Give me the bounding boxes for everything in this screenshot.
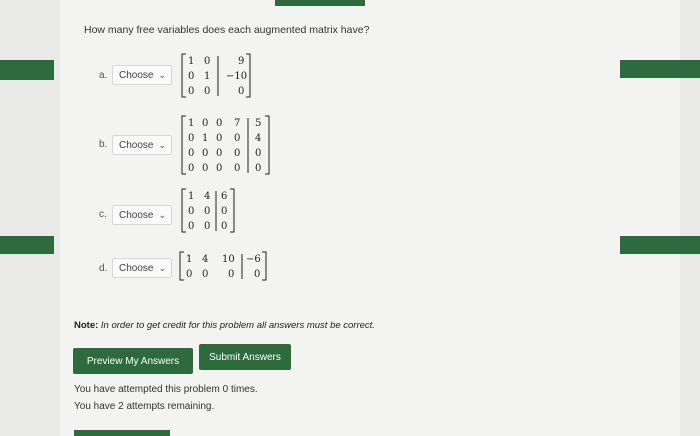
matrix-entry: 0 (188, 71, 194, 82)
matrix-entry: 0 (255, 148, 261, 159)
item-b-label: b. (99, 139, 108, 150)
matrix-d: 1 4 10 −6 0 0 0 0 (179, 251, 267, 281)
matrix-entry: 0 (202, 269, 208, 280)
answer-select-b[interactable]: Choose ⌄ (112, 135, 172, 155)
matrix-entry: 0 (234, 163, 240, 174)
matrix-entry: 0 (202, 118, 208, 129)
matrix-entry: 0 (255, 163, 261, 174)
matrix-entry: 0 (221, 206, 227, 217)
matrix-entry: 1 (202, 133, 208, 144)
attempts-remaining-text: You have 2 attempts remaining. (74, 401, 215, 412)
chevron-down-icon: ⌄ (158, 263, 166, 273)
matrix-entry: 5 (255, 118, 261, 129)
matrix-entry: 0 (204, 56, 210, 67)
matrix-entry: 0 (216, 118, 222, 129)
matrix-entry: 0 (188, 163, 194, 174)
matrix-entry: 6 (221, 191, 227, 202)
matrix-entry: 0 (216, 163, 222, 174)
left-tab-bar[interactable] (0, 236, 54, 254)
matrix-entry: 0 (216, 148, 222, 159)
left-tab-bar[interactable] (0, 60, 54, 80)
matrix-entry: 0 (204, 206, 210, 217)
matrix-entry: 0 (228, 269, 234, 280)
select-value: Choose (119, 139, 154, 151)
credit-note: Note: In order to get credit for this pr… (74, 320, 375, 331)
matrix-entry: 0 (202, 148, 208, 159)
matrix-c: 1 4 6 0 0 0 0 0 0 (181, 188, 235, 233)
matrix-entry: 9 (238, 56, 244, 67)
attempts-made-text: You have attempted this problem 0 times. (74, 384, 258, 395)
item-a-label: a. (99, 70, 108, 81)
matrix-b: 1 0 0 7 5 0 1 0 0 4 0 0 0 0 0 0 0 0 0 0 (181, 115, 270, 175)
question-text: How many free variables does each augmen… (84, 24, 370, 36)
select-value: Choose (119, 69, 154, 81)
preview-answers-button[interactable]: Preview My Answers (73, 348, 193, 374)
matrix-entry: 0 (204, 86, 210, 97)
item-c-label: c. (99, 209, 107, 220)
note-text: In order to get credit for this problem … (100, 320, 375, 331)
matrix-entry: 0 (188, 86, 194, 97)
matrix-entry: 1 (188, 118, 194, 129)
matrix-entry: 0 (188, 206, 194, 217)
answer-select-c[interactable]: Choose ⌄ (112, 205, 172, 225)
matrix-entry: 4 (255, 133, 261, 144)
select-value: Choose (119, 262, 154, 274)
matrix-entry: 0 (234, 133, 240, 144)
matrix-entry: 0 (238, 86, 244, 97)
chevron-down-icon: ⌄ (158, 70, 166, 80)
matrix-entry: 0 (186, 269, 192, 280)
matrix-entry: 0 (188, 221, 194, 232)
note-label: Note: (74, 320, 99, 331)
matrix-entry: 10 (222, 254, 235, 265)
matrix-entry: 0 (204, 221, 210, 232)
submit-answers-button[interactable]: Submit Answers (199, 344, 291, 370)
item-d-label: d. (99, 263, 108, 274)
matrix-entry: 4 (204, 191, 210, 202)
top-nav-button[interactable] (275, 0, 365, 6)
matrix-entry: 0 (216, 133, 222, 144)
matrix-entry: 0 (234, 148, 240, 159)
matrix-entry: 0 (202, 163, 208, 174)
matrix-entry: −10 (226, 71, 247, 82)
matrix-entry: 0 (254, 269, 260, 280)
chevron-down-icon: ⌄ (158, 210, 166, 220)
matrix-entry: 7 (234, 118, 240, 129)
matrix-a: 1 0 9 0 1 −10 0 0 0 (181, 53, 251, 98)
matrix-entry: 4 (202, 254, 208, 265)
matrix-entry: −6 (246, 254, 261, 265)
matrix-entry: 0 (221, 221, 227, 232)
answer-select-a[interactable]: Choose ⌄ (112, 65, 172, 85)
chevron-down-icon: ⌄ (158, 140, 166, 150)
matrix-entry: 0 (188, 148, 194, 159)
bottom-button[interactable] (74, 430, 170, 436)
right-tab-bar[interactable] (620, 236, 700, 254)
matrix-entry: 1 (204, 71, 210, 82)
matrix-entry: 1 (188, 56, 194, 67)
matrix-entry: 0 (188, 133, 194, 144)
right-tab-bar[interactable] (620, 60, 700, 78)
matrix-entry: 1 (186, 254, 192, 265)
matrix-entry: 1 (188, 191, 194, 202)
select-value: Choose (119, 209, 154, 221)
answer-select-d[interactable]: Choose ⌄ (112, 258, 172, 278)
